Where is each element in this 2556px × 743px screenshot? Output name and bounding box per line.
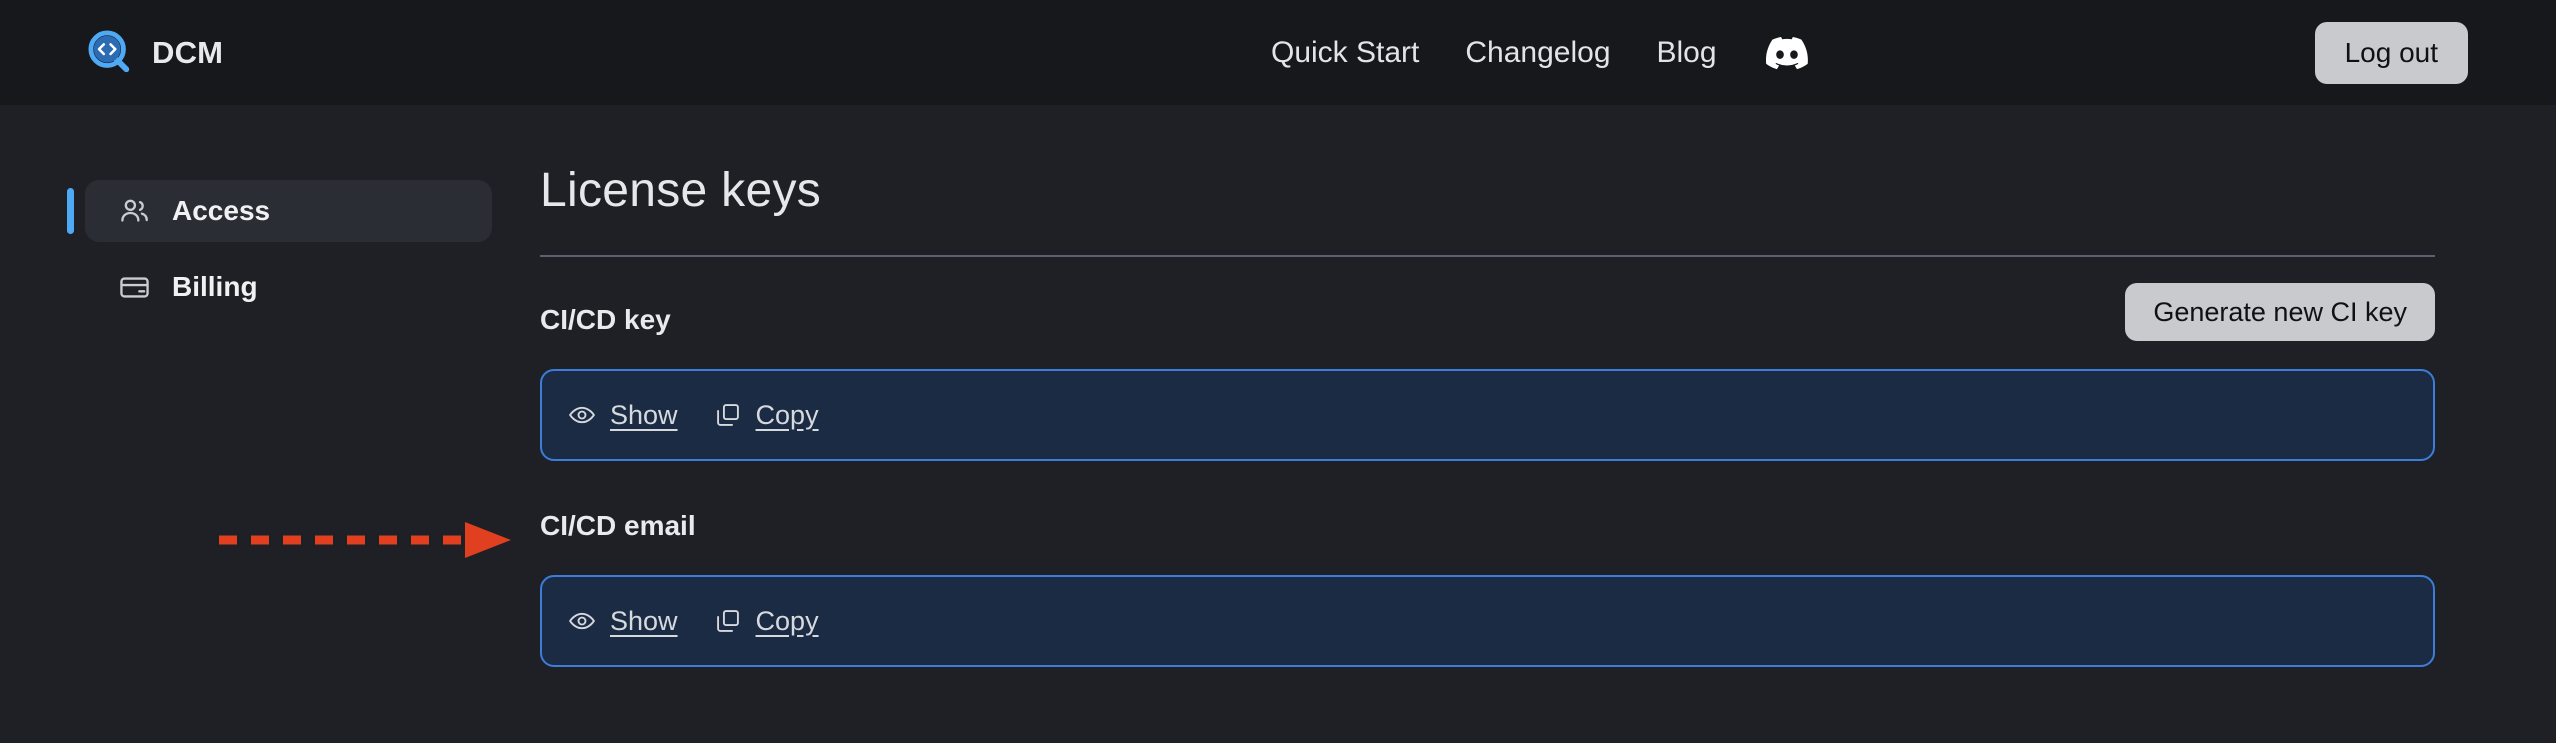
sidebar-navigation: Access Billing <box>67 180 492 318</box>
discord-icon[interactable] <box>1765 32 1808 74</box>
cicd-email-show-label: Show <box>610 605 678 636</box>
nav-changelog[interactable]: Changelog <box>1442 36 1633 70</box>
cicd-key-section-header: CI/CD key Generate new CI key <box>540 283 2435 349</box>
cicd-key-show-action[interactable]: Show <box>568 400 714 431</box>
credit-card-icon <box>120 276 149 298</box>
cicd-key-copy-label: Copy <box>755 399 819 430</box>
users-icon <box>121 199 148 222</box>
cicd-email-label: CI/CD email <box>540 510 696 541</box>
active-indicator-bar <box>67 188 74 234</box>
code-magnifier-logo-icon <box>88 29 130 72</box>
main-navigation: Quick Start Changelog Blog <box>1248 32 1808 74</box>
generate-new-ci-key-button[interactable]: Generate new CI key <box>2125 283 2435 341</box>
cicd-key-card: Show Copy <box>540 369 2435 461</box>
cicd-email-copy-action[interactable]: Copy <box>714 606 855 637</box>
cicd-email-card: Show Copy <box>540 575 2435 667</box>
page-title: License keys <box>540 164 822 217</box>
cicd-email-section-header: CI/CD email <box>540 497 2435 555</box>
main-content: License keys CI/CD key Generate new CI k… <box>540 105 2435 667</box>
page-body: Access Billing License keys CI/CD key Ge… <box>0 105 2556 743</box>
sidebar-item-label-access: Access <box>172 195 271 226</box>
cicd-key-show-label: Show <box>610 399 678 430</box>
brand-logo-group[interactable]: DCM <box>88 29 224 76</box>
cicd-email-copy-label: Copy <box>755 605 819 636</box>
sidebar-item-billing[interactable]: Billing <box>85 256 492 318</box>
top-header-bar: DCM Quick Start Changelog Blog Log out <box>0 0 2556 105</box>
cicd-email-show-action[interactable]: Show <box>568 606 714 637</box>
sidebar-item-access[interactable]: Access <box>67 180 492 242</box>
annotation-arrow-to-cicd-key <box>219 522 511 558</box>
cicd-key-label: CI/CD key <box>540 304 671 335</box>
copy-icon <box>716 404 739 426</box>
nav-quick-start[interactable]: Quick Start <box>1248 36 1442 70</box>
copy-icon <box>716 610 739 632</box>
cicd-key-copy-action[interactable]: Copy <box>714 400 855 431</box>
brand-name: DCM <box>152 34 224 70</box>
logout-button[interactable]: Log out <box>2314 21 2468 84</box>
sidebar-item-label-billing: Billing <box>172 271 258 302</box>
title-divider <box>540 255 2435 257</box>
eye-icon <box>569 612 595 630</box>
nav-blog[interactable]: Blog <box>1634 36 1740 70</box>
eye-icon <box>569 406 595 424</box>
